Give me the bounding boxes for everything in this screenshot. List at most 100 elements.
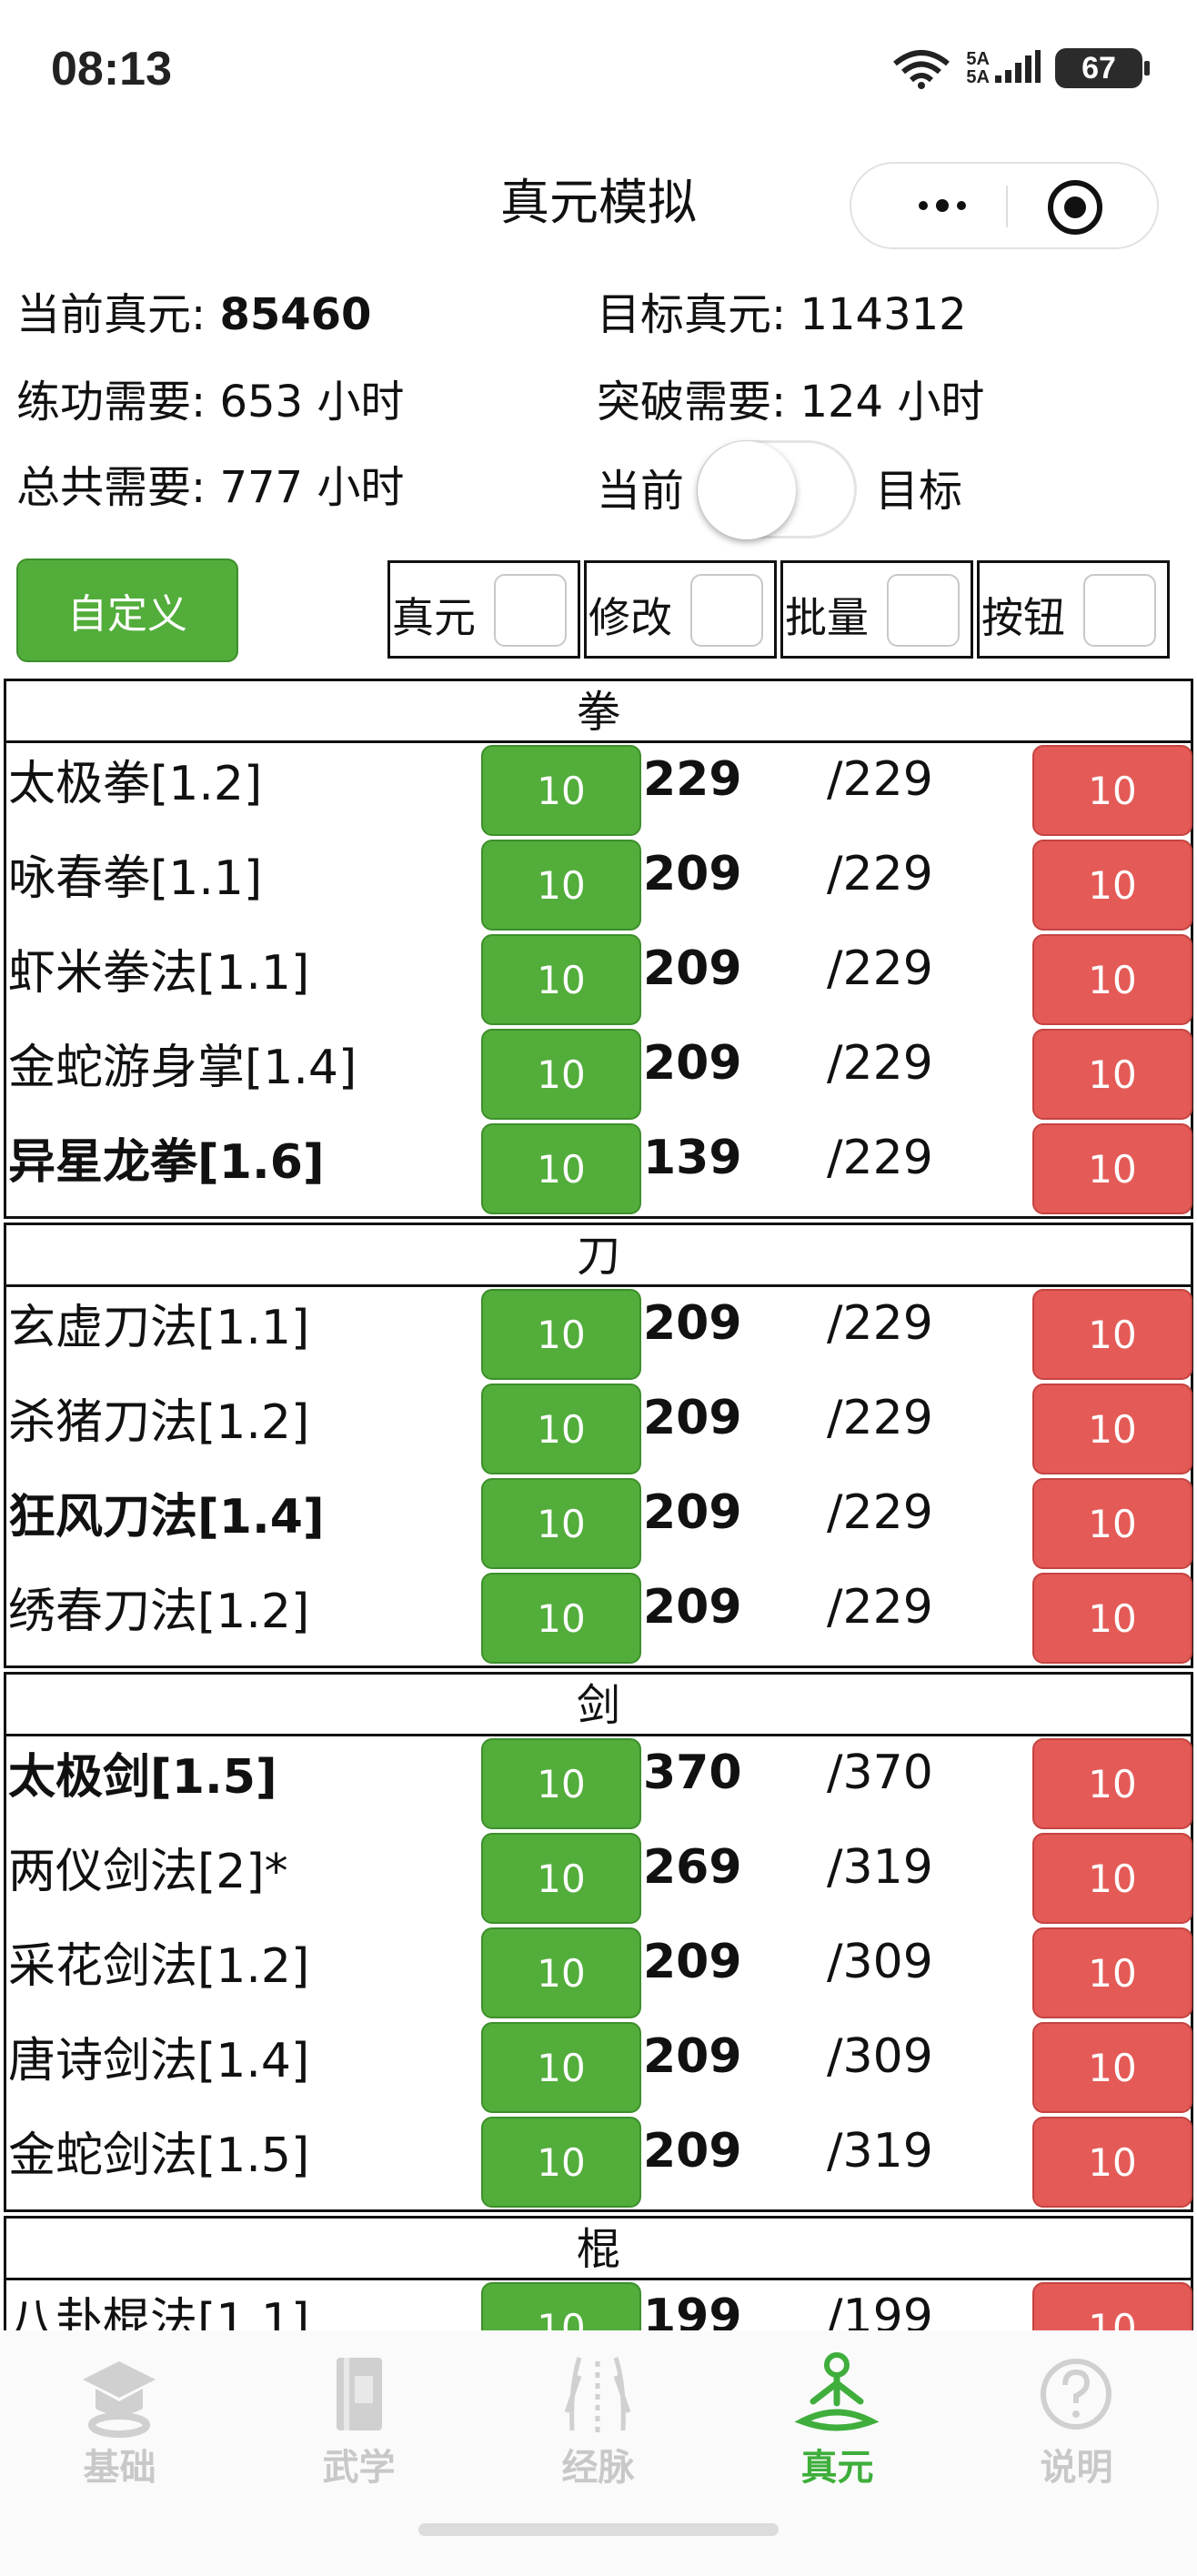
increase-button[interactable]: 10 (481, 2282, 641, 2332)
decrease-button[interactable]: 10 (1032, 2282, 1192, 2332)
checkbox-batch[interactable]: 批量 (780, 560, 973, 659)
group-title: 刀 (6, 1225, 1191, 1287)
decrease-button[interactable]: 10 (1032, 745, 1192, 836)
close-target-icon[interactable] (1048, 180, 1102, 235)
checkbox-box[interactable] (1083, 574, 1156, 647)
decrease-button[interactable]: 10 (1032, 1029, 1192, 1120)
decrease-button[interactable]: 10 (1032, 1478, 1192, 1569)
decrease-button[interactable]: 10 (1032, 840, 1192, 931)
increase-button[interactable]: 10 (481, 934, 641, 1025)
current-target-toggle[interactable] (697, 440, 857, 539)
increase-button[interactable]: 10 (481, 840, 641, 931)
skill-row: 金蛇游身掌[1.4] 10 209/229 10 (6, 1027, 1192, 1122)
max-level: /229 (827, 1131, 933, 1185)
current-level: 209 (643, 2029, 742, 2084)
checkbox-box[interactable] (494, 574, 567, 647)
decrease-button[interactable]: 10 (1032, 1573, 1192, 1664)
mini-program-capsule (850, 162, 1159, 249)
decrease-button[interactable]: 10 (1032, 2117, 1192, 2208)
decrease-button[interactable]: 10 (1032, 2022, 1192, 2113)
checkbox-energy[interactable]: 真元 (387, 560, 580, 659)
skill-row: 虾米拳法[1.1] 10 209/229 10 (6, 932, 1192, 1027)
increase-button[interactable]: 10 (481, 2022, 641, 2113)
max-level: /319 (827, 1840, 933, 1895)
group-title: 剑 (6, 1675, 1191, 1736)
skill-name: 狂风刀法[1.4] (8, 1490, 325, 1545)
increase-button[interactable]: 10 (481, 1738, 641, 1829)
current-level: 269 (643, 1840, 742, 1895)
signal-bars-icon (995, 50, 1041, 83)
increase-button[interactable]: 10 (481, 2117, 641, 2208)
dot-icon (936, 199, 949, 212)
increase-button[interactable]: 10 (481, 1573, 641, 1664)
max-level: /229 (827, 1036, 933, 1091)
more-options-button[interactable] (888, 164, 997, 247)
skill-name: 唐诗剑法[1.4] (8, 2034, 310, 2088)
current-level: 209 (643, 847, 742, 901)
decrease-button[interactable]: 10 (1032, 1738, 1192, 1829)
target-energy: 目标真元: 114312 (597, 289, 967, 340)
custom-button[interactable]: 自定义 (16, 558, 238, 662)
skill-list[interactable]: 拳太极拳[1.2] 10 229/229 10 咏春拳[1.1] 10 209/229 10 虾… (4, 679, 1193, 2332)
max-level: /309 (827, 2029, 933, 2084)
decrease-button[interactable]: 10 (1032, 1289, 1192, 1380)
tab-help[interactable]: 说明 (957, 2330, 1196, 2489)
current-level: 209 (643, 2124, 742, 2179)
checkbox-box[interactable] (690, 574, 763, 647)
tab-basic[interactable]: 基础 (0, 2330, 239, 2489)
current-level: 209 (643, 1580, 742, 1635)
skill-row: 金蛇剑法[1.5] 10 209/319 10 (6, 2115, 1192, 2209)
skill-name: 八卦棍法[1.1] (8, 2294, 310, 2332)
skill-group: 刀玄虚刀法[1.1] 10 209/229 10 杀猪刀法[1.2] 10 209/229 1… (4, 1223, 1193, 1668)
skill-name: 金蛇剑法[1.5] (8, 2128, 310, 2183)
checkbox-box[interactable] (887, 574, 960, 647)
skill-group: 剑太极剑[1.5] 10 370/370 10 两仪剑法[2]* 10 269/319 10 采… (4, 1672, 1193, 2212)
tab-meridian[interactable]: 经脉 (478, 2330, 718, 2489)
decrease-button[interactable]: 10 (1032, 934, 1192, 1025)
current-level: 199 (643, 2289, 742, 2332)
toggle-knob (698, 441, 796, 539)
skill-name: 咏春拳[1.1] (8, 851, 263, 906)
status-bar: 08:13 5A 5A 67 (0, 0, 1197, 136)
checkbox-modify[interactable]: 修改 (584, 560, 777, 659)
increase-button[interactable]: 10 (481, 1289, 641, 1380)
increase-button[interactable]: 10 (481, 1384, 641, 1474)
current-level: 209 (643, 1391, 742, 1445)
home-indicator[interactable] (418, 2523, 779, 2536)
tab-bar: 基础 武学 经脉 真元 说明 (0, 2330, 1197, 2576)
scholar-hat-icon (83, 2361, 156, 2438)
current-level: 229 (643, 752, 742, 807)
increase-button[interactable]: 10 (481, 1833, 641, 1924)
increase-button[interactable]: 10 (481, 1478, 641, 1569)
skill-name: 杀猪刀法[1.2] (8, 1395, 310, 1450)
skill-name: 采花剑法[1.2] (8, 1939, 310, 1994)
increase-button[interactable]: 10 (481, 745, 641, 836)
dot-icon (919, 201, 928, 210)
meridian-body-icon (564, 2357, 631, 2432)
current-level: 139 (643, 1131, 742, 1185)
current-level: 209 (643, 1935, 742, 1989)
tab-energy[interactable]: 真元 (718, 2330, 957, 2489)
breakthrough-time: 突破需要: 124 小时 (597, 377, 985, 428)
meditation-icon (794, 2352, 880, 2431)
decrease-button[interactable]: 10 (1032, 1833, 1192, 1924)
skill-name: 太极剑[1.5] (8, 1750, 277, 1805)
decrease-button[interactable]: 10 (1032, 1927, 1192, 2018)
decrease-button[interactable]: 10 (1032, 1123, 1192, 1214)
wifi-icon (893, 50, 951, 89)
checkbox-buttons[interactable]: 按钮 (977, 560, 1170, 659)
tab-martial[interactable]: 武学 (239, 2330, 478, 2489)
increase-button[interactable]: 10 (481, 1123, 641, 1214)
skill-row: 两仪剑法[2]* 10 269/319 10 (6, 1831, 1192, 1926)
skill-name: 玄虚刀法[1.1] (8, 1301, 310, 1355)
increase-button[interactable]: 10 (481, 1029, 641, 1120)
skill-row: 狂风刀法[1.4] 10 209/229 10 (6, 1476, 1192, 1571)
skill-row: 杀猪刀法[1.2] 10 209/229 10 (6, 1382, 1192, 1476)
max-level: /229 (827, 941, 933, 996)
increase-button[interactable]: 10 (481, 1927, 641, 2018)
switch-label-target: 目标 (875, 466, 963, 517)
current-level: 209 (643, 1485, 742, 1540)
skill-row: 太极拳[1.2] 10 229/229 10 (6, 743, 1192, 838)
max-level: /229 (827, 847, 933, 901)
decrease-button[interactable]: 10 (1032, 1384, 1192, 1474)
